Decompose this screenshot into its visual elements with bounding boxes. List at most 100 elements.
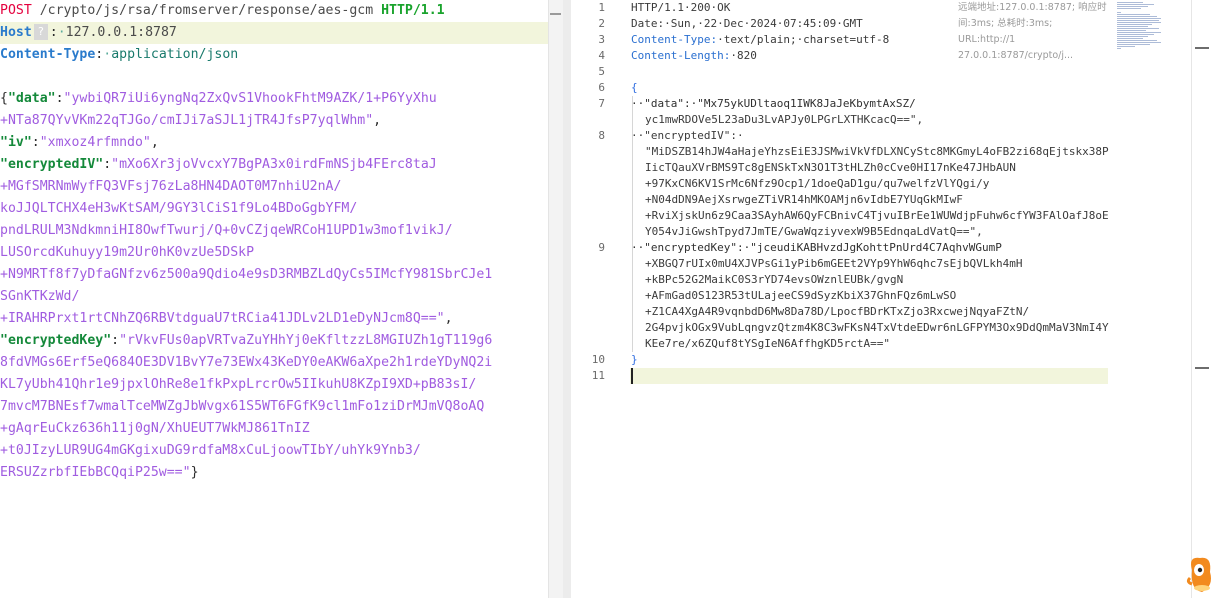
json-key-line: 2G4pvjkOGx9VubLqngvzQtzm4K8C3wFKsN4TxVtd… bbox=[645, 321, 1109, 334]
request-line: POST /crypto/js/rsa/fromserver/response/… bbox=[0, 0, 445, 22]
request-body-line: pndLRULM3NdkmniHI8OwfTwurj/Q+0vCZjqeWRCo… bbox=[0, 220, 453, 242]
mascot-icon[interactable] bbox=[1186, 548, 1214, 596]
json-colon: : bbox=[111, 333, 120, 348]
json-string: "mXo6Xr3joVvcxY7BgPA3x0irdFmNSjb4FErc8ta… bbox=[111, 157, 437, 172]
text-caret bbox=[631, 368, 633, 384]
json-string: pndLRULM3NdkmniHI8OwfTwurj/Q+0vCZjqeWRCo… bbox=[0, 223, 453, 238]
response-meta-info: 远端地址:127.0.0.1:8787; 响应时 间:3ms; 总耗时:3ms;… bbox=[958, 0, 1108, 64]
json-punctuation: } bbox=[190, 465, 199, 480]
request-body-line: 7mvcM7BNEsf7wmalTceMWZgJbWvgx61S5WT6FGfK… bbox=[0, 396, 484, 418]
content-type-key: Content-Type bbox=[0, 47, 96, 62]
json-brace: { bbox=[0, 91, 8, 106]
json-key: "encryptedKey" bbox=[0, 333, 112, 348]
json-data-key: ··"data":· bbox=[631, 97, 698, 110]
request-body-line: "encryptedKey":"rVkvFUs0apVRTvaZuYHhYj0e… bbox=[0, 330, 492, 352]
request-path: /crypto/js/rsa/fromserver/response/aes-g… bbox=[31, 3, 382, 18]
json-encrypted-key-value: "jceudiKABHvzdJgKohttPnUrd4C7AqhvWGumP bbox=[750, 241, 1002, 254]
request-body-line: "encryptedIV":"mXo6Xr3joVvcxY7BgPA3x0ird… bbox=[0, 154, 437, 176]
request-body-line: ERSUZzrbfIEbBCQqiP25w=="} bbox=[0, 462, 199, 484]
json-string: +MGfSMRNmWyfFQ3VFsj76zLa8HN4DAOT0M7nhiU2… bbox=[0, 179, 342, 194]
line-number: 2 bbox=[598, 17, 605, 30]
json-key-line: KEe7re/x6ZQuf8tYSgIeN6AffhgKD5rctA==" bbox=[645, 337, 891, 350]
json-key: "iv" bbox=[0, 135, 32, 150]
line-number: 4 bbox=[598, 49, 605, 62]
json-string: +IRAHRPrxt1rtCNhZQ6RBVtdguaU7tRCia41JDLv… bbox=[0, 311, 445, 326]
current-line-highlight bbox=[630, 368, 1108, 384]
line-number: 1 bbox=[598, 1, 605, 14]
pane-divider[interactable] bbox=[563, 0, 571, 598]
json-encrypted-key-key: ··"encryptedKey":· bbox=[631, 241, 751, 254]
json-encrypted-key-line: ··"encryptedKey":·"jceudiKABHvzdJgKohttP… bbox=[631, 240, 1002, 256]
json-data-value-cont: yc1mwRDOVe5L23aDu3LvAPJy0LPGrLXTHKcacQ==… bbox=[645, 113, 924, 126]
json-key-line: +XBGQ7rUIx0mU4XJVPsGi1yPib6mGEEt2VYp9YhW… bbox=[645, 257, 1023, 270]
meta-line: 27.0.0.1:8787/crypto/j... bbox=[958, 50, 1074, 61]
json-string: "ywbiQR7iUi6yngNq2ZxQvS1VhookFhtM9AZK/1+… bbox=[63, 91, 437, 106]
request-body-line: SGnKTKzWd/ bbox=[0, 286, 79, 308]
json-string: SGnKTKzWd/ bbox=[0, 289, 80, 304]
request-body-line: +gAqrEuCkz636h11j0gN/XhUEUT7WkMJ861TnIZ bbox=[0, 418, 310, 440]
json-iv-line: "MiDSZB14hJW4aHajeYhzsEiE3JSMwiVkVfDLXNC… bbox=[645, 145, 1109, 158]
help-icon[interactable]: ? bbox=[33, 24, 48, 40]
json-string: 8fdVMGs6Erf5eQ684OE3DV1BvY7e73EWx43KeDY0… bbox=[0, 355, 493, 370]
line-number: 8 bbox=[598, 129, 605, 142]
request-body-line: {"data":"ywbiQR7iUi6yngNq2ZxQvS1VhookFht… bbox=[0, 88, 437, 110]
request-body-line: KL7yUbh41Qhr1e9jpxlOhRe8e1fkPxpLrcrOw5II… bbox=[0, 374, 476, 396]
http-method: POST bbox=[0, 3, 32, 18]
json-key: "encryptedIV" bbox=[0, 157, 104, 172]
line-number: 7 bbox=[598, 97, 605, 110]
request-body-line: +t0JIzyLUR9UG4mGKgixuDG9rdfaM8xCuLjoowTI… bbox=[0, 440, 421, 462]
json-key-line: +Z1CA4XgA4R9vqnbdD6Mw8Da78D/LpocfBDrKTxZ… bbox=[645, 305, 1030, 318]
json-iv-line: Y054vJiGwshTpyd7JmTE/GwaWqziyvexW9B5Ednq… bbox=[645, 225, 983, 238]
request-editor[interactable]: POST /crypto/js/rsa/fromserver/response/… bbox=[0, 0, 548, 598]
response-content-type-key: Content-Type: bbox=[631, 33, 718, 46]
host-header-key: Host bbox=[0, 25, 32, 40]
request-body-line: LUSOrcdKuhuyy19m2Ur0hK0vzUe5DSkP bbox=[0, 242, 254, 264]
request-body-line: koJJQLTCHX4eH3wKtSAM/9GY3lCiS1f9Lo4BDoGg… bbox=[0, 198, 357, 220]
request-body-line: +MGfSMRNmWyfFQ3VFsj76zLa8HN4DAOT0M7nhiU2… bbox=[0, 176, 341, 198]
request-body-line: "iv":"xmxoz4rfmndo", bbox=[0, 132, 159, 154]
json-data-value: "Mx75ykUDltaoq1IWK8JaJeKbymtAxSZ/ bbox=[697, 97, 916, 110]
json-punctuation: , bbox=[150, 135, 159, 150]
json-string: "xmxoz4rfmndo" bbox=[39, 135, 151, 150]
line-number: 9 bbox=[598, 241, 605, 254]
json-string: koJJQLTCHX4eH3wKtSAM/9GY3lCiS1f9Lo4BDoGg… bbox=[0, 201, 358, 216]
json-key-line: +kBPc52G2MaikC0S3rYD74evsOWznlEUBk/gvgN bbox=[645, 273, 904, 286]
response-date-header: Date:·Sun,·22·Dec·2024·07:45:09·GMT bbox=[631, 17, 863, 30]
response-content-type-value: ·text/plain;·charset=utf-8 bbox=[717, 33, 890, 46]
line-number: 5 bbox=[598, 65, 605, 78]
response-scrollbar[interactable] bbox=[1191, 0, 1214, 598]
response-content-length-value: ·820 bbox=[730, 49, 757, 62]
json-string: "rVkvFUs0apVRTvaZuYHhYj0eKfltzzL8MGIUZh1… bbox=[119, 333, 493, 348]
request-body-line: +N9MRTf8f7yDfaGNfzv6z500a9Qdio4e9sD3RMBZ… bbox=[0, 264, 492, 286]
json-iv-line: IicTQauXVrBMS9Tc8gENSkTxN3O1T3tHLZh0cCve… bbox=[645, 161, 1016, 174]
json-string: +gAqrEuCkz636h11j0gN/XhUEUT7WkMJ861TnIZ bbox=[0, 421, 310, 436]
json-string: +t0JIzyLUR9UG4mGKgixuDG9rdfaM8xCuLjoowTI… bbox=[0, 443, 421, 458]
response-content-length-key: Content-Length: bbox=[631, 49, 731, 62]
meta-line: 远端地址:127.0.0.1:8787; 响应时 bbox=[958, 2, 1107, 13]
response-minimap[interactable] bbox=[1117, 2, 1161, 54]
host-header-value: 127.0.0.1:8787 bbox=[65, 25, 177, 40]
content-type-header-line: Content-Type:·application/json bbox=[0, 47, 239, 62]
request-body-line: +NTa87QYvVKm22qTJGo/cmIJi7aSJL1jTR4JfsP7… bbox=[0, 110, 381, 132]
json-encrypted-iv-key: ··"encryptedIV":· bbox=[631, 129, 744, 142]
json-iv-line: +97KxCN6KV1SrMc6Nfz9Ocp1/1doeQaD1gu/qu7w… bbox=[645, 177, 990, 190]
response-content-length-header: Content-Length:·820 bbox=[631, 48, 757, 64]
json-string: ERSUZzrbfIEbBCQqiP25w==" bbox=[0, 465, 191, 480]
response-viewer[interactable]: 1 2 3 4 5 6 7 8 9 10 11 HTTP/1.1·200·OK Date:·Sun,… bbox=[571, 0, 1191, 598]
json-string: +N9MRTf8f7yDfaGNfzv6z500a9Qdio4e9sD3RMBZ… bbox=[0, 267, 493, 282]
request-scroll-marker bbox=[548, 0, 563, 598]
content-type-value: application/json bbox=[111, 47, 239, 62]
request-body-line: 8fdVMGs6Erf5eQ684OE3DV1BvY7e73EWx43KeDY0… bbox=[0, 352, 492, 374]
meta-line: 间:3ms; 总耗时:3ms; URL:http://1 bbox=[958, 18, 1053, 45]
line-number: 6 bbox=[598, 81, 605, 94]
json-close-brace: } bbox=[631, 353, 638, 366]
json-string: +NTa87QYvVKm22qTJGo/cmIJi7aSJL1jTR4JfsP7… bbox=[0, 113, 374, 128]
json-string: KL7yUbh41Qhr1e9jpxlOhRe8e1fkPxpLrcrOw5II… bbox=[0, 377, 477, 392]
json-data-line: ··"data":·"Mx75ykUDltaoq1IWK8JaJeKbymtAx… bbox=[631, 96, 916, 112]
json-string: LUSOrcdKuhuyy19m2Ur0hK0vzUe5DSkP bbox=[0, 245, 255, 260]
json-colon: : bbox=[31, 135, 40, 150]
json-key-line: +AFmGad0S123R53tULajeeCS9dSyzKbiX37GhnFQ… bbox=[645, 289, 957, 302]
request-body-line: +IRAHRPrxt1rtCNhZQ6RBVtdguaU7tRCia41JDLv… bbox=[0, 308, 453, 330]
json-iv-line: +RviXjskUn6z9Caa3SAyhAW6QyFCBnivC4TjvuIB… bbox=[645, 209, 1109, 222]
response-status-line: HTTP/1.1·200·OK bbox=[631, 1, 731, 14]
